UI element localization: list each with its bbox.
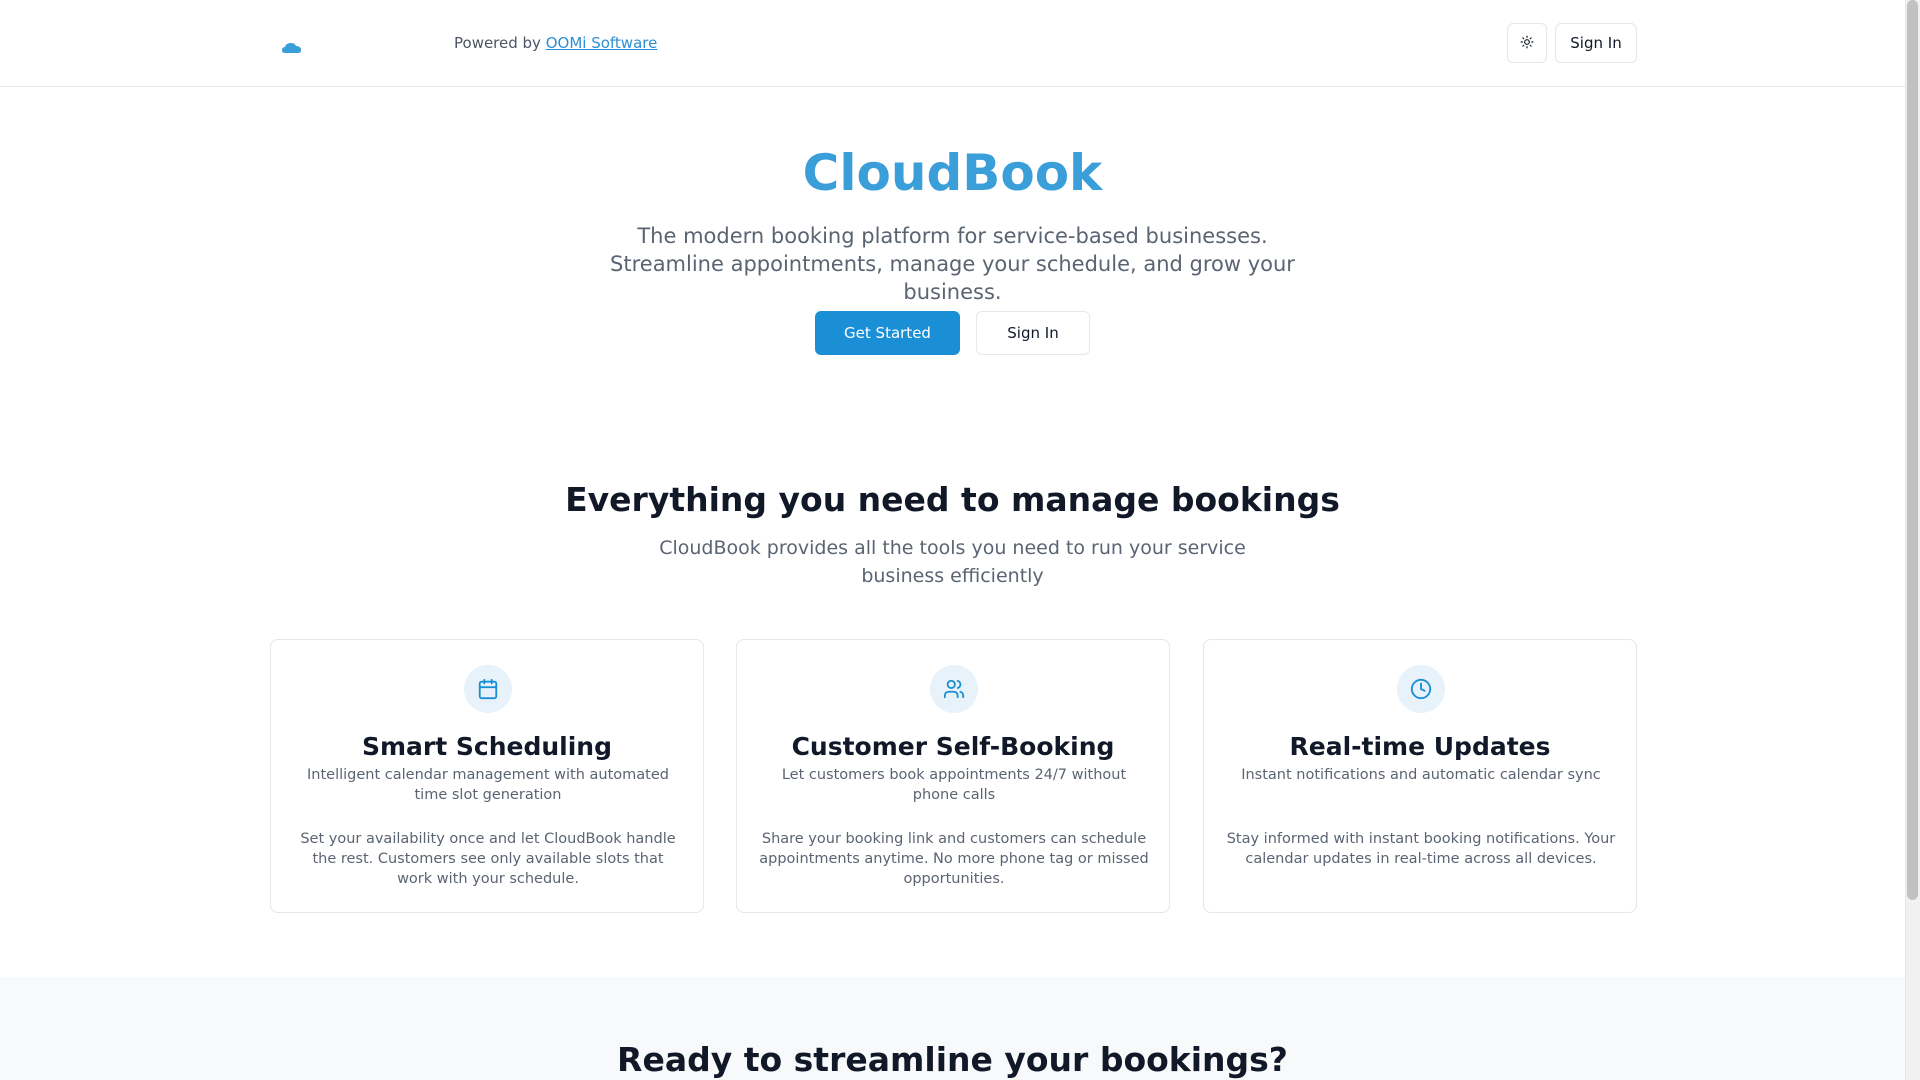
scrollbar-thumb[interactable] bbox=[1907, 0, 1918, 900]
card-description: Let customers book appointments 24/7 wit… bbox=[781, 767, 1127, 803]
cta-section: Ready to streamline your bookings? bbox=[0, 977, 1905, 1080]
theme-toggle-button[interactable] bbox=[1507, 23, 1547, 63]
powered-by-prefix: Powered by bbox=[454, 34, 546, 52]
cta-title: Ready to streamline your bookings? bbox=[617, 1040, 1288, 1079]
get-started-button[interactable]: Get Started bbox=[815, 311, 960, 355]
feature-card-real-time-updates: Real-time Updates Instant notifications … bbox=[1203, 639, 1637, 913]
hero-subtitle: The modern booking platform for service-… bbox=[610, 224, 1295, 304]
card-title: Customer Self-Booking bbox=[791, 732, 1115, 761]
card-description: Instant notifications and automatic cale… bbox=[1241, 767, 1601, 783]
users-icon bbox=[930, 665, 978, 713]
cloud-icon[interactable] bbox=[281, 39, 303, 53]
sun-icon bbox=[1520, 34, 1534, 53]
powered-by-text: Powered by OOMi Software bbox=[454, 34, 657, 52]
site-header: Powered by OOMi Software Sign In bbox=[0, 0, 1905, 87]
clock-icon bbox=[1397, 665, 1445, 713]
feature-card-customer-self-booking: Customer Self-Booking Let customers book… bbox=[736, 639, 1170, 913]
hero-title: CloudBook bbox=[802, 144, 1103, 202]
header-sign-in-button[interactable]: Sign In bbox=[1555, 23, 1637, 63]
features-subtitle: CloudBook provides all the tools you nee… bbox=[659, 537, 1246, 587]
card-body: Stay informed with instant booking notif… bbox=[1226, 831, 1616, 867]
landing-page: Powered by OOMi Software Sign In CloudBo… bbox=[0, 0, 1920, 1080]
card-title: Real-time Updates bbox=[1289, 732, 1551, 761]
card-body: Set your availability once and let Cloud… bbox=[300, 831, 676, 887]
scrollbar[interactable] bbox=[1905, 0, 1920, 1080]
card-description: Intelligent calendar management with aut… bbox=[307, 767, 669, 803]
card-body: Share your booking link and customers ca… bbox=[759, 831, 1149, 887]
oomi-software-link[interactable]: OOMi Software bbox=[546, 34, 658, 52]
hero-sign-in-button[interactable]: Sign In bbox=[976, 311, 1090, 355]
card-title: Smart Scheduling bbox=[361, 732, 612, 761]
features-title: Everything you need to manage bookings bbox=[565, 480, 1340, 519]
calendar-icon bbox=[464, 665, 512, 713]
feature-card-smart-scheduling: Smart Scheduling Intelligent calendar ma… bbox=[270, 639, 704, 913]
